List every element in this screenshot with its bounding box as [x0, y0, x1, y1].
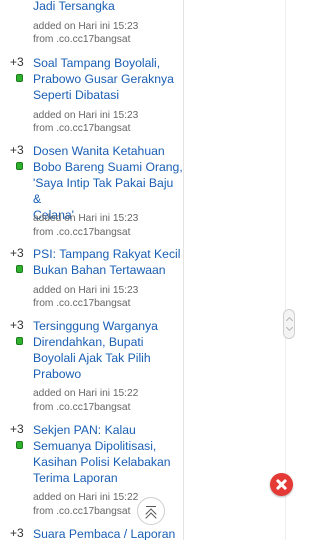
feed-item-title[interactable]: Dosen Wanita Ketahuan Bobo Bareng Suami … — [33, 143, 183, 223]
feed-item-added: added on Hari ini 15:23 — [33, 110, 139, 121]
title-line: Semuanya Dipolitisasi, — [33, 439, 157, 453]
scroll-handle-icon[interactable] — [283, 309, 295, 339]
feed-item-source: from .co.cc17bangsat — [33, 506, 131, 517]
feed-item-added: added on Hari ini 15:23 — [33, 285, 139, 296]
feed-item-title[interactable]: Suara Pembaca / Laporan — [33, 526, 183, 540]
feed-item-title[interactable]: Sekjen PAN: Kalau Semuanya Dipolitisasi,… — [33, 422, 183, 486]
title-line: Jadi Tersangka — [33, 0, 115, 13]
feed-item-source: from .co.cc17bangsat — [33, 34, 131, 45]
title-line: Bobo Bareng Suami Orang, — [33, 160, 183, 174]
title-line: Prabowo — [33, 367, 82, 381]
feed-item-added: added on Hari ini 15:22 — [33, 492, 139, 503]
title-line: 'Saya Intip Tak Pakai Baju & — [33, 176, 174, 206]
vote-score: +3 — [10, 526, 24, 540]
feed-item-source: from .co.cc17bangsat — [33, 123, 131, 134]
title-line: Tersinggung Warganya — [33, 319, 158, 333]
scroll-to-top-button[interactable] — [137, 497, 165, 525]
vote-score: +3 — [10, 246, 24, 260]
feed-item-added: added on Hari ini 15:23 — [33, 213, 139, 224]
title-line: Sekjen PAN: Kalau — [33, 423, 136, 437]
title-line: PSI: Tampang Rakyat Kecil — [33, 247, 181, 261]
title-line: Dosen Wanita Ketahuan — [33, 144, 165, 158]
title-line: Boyolali Ajak Tak Pilih — [33, 351, 151, 365]
title-line: Seperti Dibatasi — [33, 88, 120, 102]
vote-badge-icon[interactable] — [16, 265, 23, 273]
vote-badge-icon[interactable] — [16, 337, 23, 345]
title-line: Terima Laporan — [33, 471, 118, 485]
page: Jadi Tersangka added on Hari ini 15:23 f… — [0, 0, 303, 540]
feed-item-title[interactable]: Jadi Tersangka — [33, 0, 183, 14]
feed-item-added: added on Hari ini 15:22 — [33, 388, 139, 399]
feed-item-title[interactable]: Soal Tampang Boyolali, Prabowo Gusar Ger… — [33, 55, 183, 103]
title-line: Bukan Bahan Tertawaan — [33, 263, 166, 277]
vote-score: +3 — [10, 143, 24, 157]
feed-item-source: from .co.cc17bangsat — [33, 298, 131, 309]
title-line: Soal Tampang Boyolali, — [33, 56, 161, 70]
news-feed-column: Jadi Tersangka added on Hari ini 15:23 f… — [0, 0, 184, 540]
feed-item-added: added on Hari ini 15:23 — [33, 21, 139, 32]
title-line: Suara Pembaca / Laporan — [33, 527, 176, 540]
feed-item-title[interactable]: Tersinggung Warganya Direndahkan, Bupati… — [33, 318, 183, 382]
vote-badge-icon[interactable] — [16, 441, 23, 449]
vote-score: +3 — [10, 422, 24, 436]
title-line: Prabowo Gusar Geraknya — [33, 72, 174, 86]
vote-score: +3 — [10, 55, 24, 69]
divider — [285, 0, 286, 540]
vote-badge-icon[interactable] — [16, 162, 23, 170]
feed-item-source: from .co.cc17bangsat — [33, 227, 131, 238]
double-chevron-up-icon — [146, 506, 156, 507]
close-icon[interactable] — [270, 473, 293, 496]
feed-item-source: from .co.cc17bangsat — [33, 402, 131, 413]
vote-badge-icon[interactable] — [16, 74, 23, 82]
vote-score: +3 — [10, 318, 24, 332]
chevron-down-icon — [285, 323, 294, 332]
title-line: Direndahkan, Bupati — [33, 335, 144, 349]
title-line: Kasihan Polisi Kelabakan — [33, 455, 171, 469]
feed-item-title[interactable]: PSI: Tampang Rakyat Kecil Bukan Bahan Te… — [33, 246, 183, 278]
